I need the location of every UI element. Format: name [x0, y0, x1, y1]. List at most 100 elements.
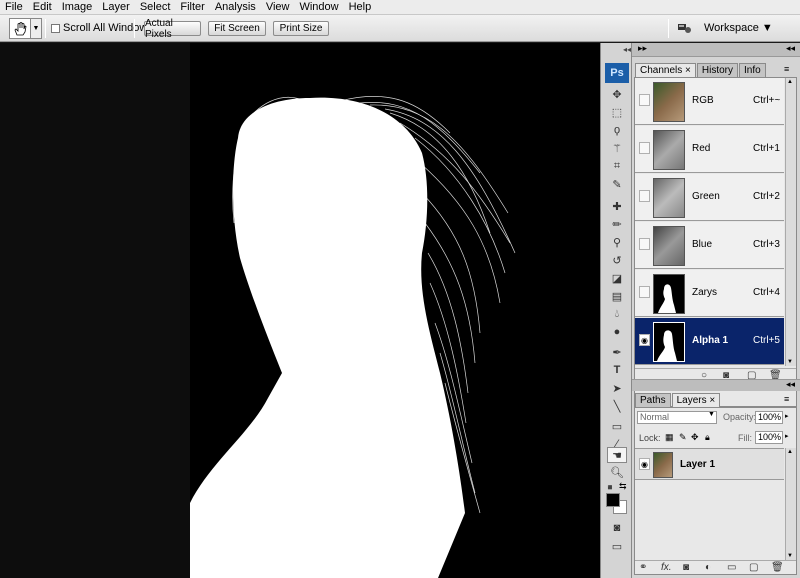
tab-paths[interactable]: Paths: [635, 393, 671, 407]
move-tool-icon[interactable]: ✥: [609, 87, 625, 101]
menu-help[interactable]: Help: [344, 0, 377, 14]
healing-tool-icon[interactable]: ✚: [609, 199, 625, 213]
quick-mask-icon[interactable]: ◙: [609, 521, 625, 535]
canvas-area[interactable]: [0, 43, 600, 578]
layers-scrollbar[interactable]: ▲ ▼: [785, 448, 796, 560]
fill-field[interactable]: 100%: [755, 431, 783, 444]
marquee-tool-icon[interactable]: ⬚: [609, 105, 625, 119]
channel-thumbnail: [653, 82, 685, 122]
layers-menu-icon[interactable]: ≡: [784, 394, 789, 404]
collapse-layers-icon[interactable]: ◂◂: [786, 379, 795, 390]
channels-scrollbar[interactable]: ▲ ▼: [785, 78, 796, 366]
menu-layer[interactable]: Layer: [97, 0, 135, 14]
menu-view[interactable]: View: [261, 0, 295, 14]
pen-tool-icon[interactable]: ✒: [609, 345, 625, 359]
default-colors-icon[interactable]: ◾: [605, 483, 615, 492]
eye-icon[interactable]: ◉: [639, 458, 650, 470]
channel-row-rgb[interactable]: RGB Ctrl+~: [635, 78, 784, 125]
separator: [134, 19, 135, 38]
notes-tool-icon[interactable]: ▭: [609, 419, 625, 433]
lock-transparency-icon[interactable]: ▦: [665, 432, 674, 443]
scroll-down-icon[interactable]: ▼: [787, 359, 793, 365]
chevron-down-icon[interactable]: ▼: [708, 411, 715, 418]
ps-logo[interactable]: Ps: [605, 63, 629, 83]
tool-preset-dropdown[interactable]: ▼: [31, 18, 42, 39]
tab-layers[interactable]: Layers ×: [671, 393, 721, 407]
delete-layer-icon[interactable]: 🗑︎: [771, 562, 784, 573]
menu-window[interactable]: Window: [294, 0, 343, 14]
visibility-toggle[interactable]: [639, 238, 650, 250]
history-brush-tool-icon[interactable]: ↺: [609, 253, 625, 267]
channel-row-zarys[interactable]: Zarys Ctrl+4: [635, 270, 784, 317]
channel-shortcut: Ctrl+3: [753, 239, 780, 250]
swap-colors-icon[interactable]: ⇆: [619, 481, 627, 492]
eye-icon[interactable]: ◉: [639, 334, 650, 346]
fx-icon[interactable]: fx.: [661, 562, 672, 573]
visibility-toggle[interactable]: [639, 142, 650, 154]
workspace-icon[interactable]: [676, 20, 694, 36]
brush-tool-icon[interactable]: ✏: [609, 217, 625, 231]
magic-wand-tool-icon[interactable]: ⚚: [609, 141, 625, 155]
clone-stamp-tool-icon[interactable]: ⚲: [609, 235, 625, 249]
collapse-dock-icon[interactable]: ◂◂: [786, 43, 795, 54]
opacity-slider-icon[interactable]: ▸: [785, 412, 789, 420]
scroll-all-checkbox[interactable]: [51, 24, 60, 33]
menu-select[interactable]: Select: [135, 0, 176, 14]
panel-dock: ▸▸ ◂◂ Channels × History Info ≡ RGB Ctrl…: [632, 43, 800, 578]
blend-mode-select[interactable]: Normal: [637, 411, 717, 424]
link-layers-icon[interactable]: ⚭: [639, 562, 647, 573]
shape-tool-icon[interactable]: ╲: [609, 399, 625, 413]
layer-row[interactable]: ◉ Layer 1: [635, 448, 784, 480]
scroll-up-icon[interactable]: ▲: [787, 449, 793, 455]
print-size-button[interactable]: Print Size: [273, 21, 329, 36]
dodge-tool-icon[interactable]: ●: [609, 325, 625, 339]
eraser-tool-icon[interactable]: ◪: [609, 271, 625, 285]
add-mask-icon[interactable]: ◙: [683, 562, 689, 573]
fill-slider-icon[interactable]: ▸: [785, 432, 789, 440]
visibility-toggle[interactable]: [639, 286, 650, 298]
menu-edit[interactable]: Edit: [28, 0, 57, 14]
visibility-toggle[interactable]: [639, 94, 650, 106]
tab-history[interactable]: History: [696, 63, 738, 77]
path-selection-tool-icon[interactable]: ➤: [609, 381, 625, 395]
opacity-field[interactable]: 100%: [755, 411, 783, 424]
channel-row-green[interactable]: Green Ctrl+2: [635, 174, 784, 221]
type-tool-icon[interactable]: T: [609, 363, 625, 377]
menu-filter[interactable]: Filter: [175, 0, 209, 14]
channel-name: Green: [692, 191, 720, 202]
channel-row-blue[interactable]: Blue Ctrl+3: [635, 222, 784, 269]
lock-image-icon[interactable]: ✎: [679, 432, 687, 443]
collapse-icon[interactable]: ◂◂: [623, 45, 631, 54]
zoom-tool-icon[interactable]: 🔍︎: [609, 465, 625, 479]
menu-image[interactable]: Image: [57, 0, 98, 14]
lock-position-icon[interactable]: ✥: [691, 432, 699, 443]
tab-channels[interactable]: Channels ×: [635, 63, 696, 77]
channel-row-red[interactable]: Red Ctrl+1: [635, 126, 784, 173]
crop-tool-icon[interactable]: ⌗: [609, 159, 625, 173]
foreground-color-swatch[interactable]: [606, 493, 620, 507]
gradient-tool-icon[interactable]: ▤: [609, 289, 625, 303]
tool-preset-picker[interactable]: [9, 18, 31, 39]
new-group-icon[interactable]: ▭: [727, 562, 736, 573]
channel-row-alpha-1[interactable]: ◉ Alpha 1 Ctrl+5: [635, 318, 784, 365]
eyedropper-tool-icon[interactable]: ✎: [609, 177, 625, 191]
actual-pixels-button[interactable]: Actual Pixels: [144, 18, 201, 40]
workspace-menu[interactable]: Workspace ▼: [704, 22, 773, 34]
screen-mode-icon[interactable]: ▭: [609, 539, 625, 553]
fit-screen-button[interactable]: Fit Screen: [208, 21, 266, 36]
adjustment-layer-icon[interactable]: ◐: [705, 562, 711, 573]
lock-all-icon[interactable]: 🔒︎: [705, 432, 710, 443]
hand-tool-icon[interactable]: ☚: [607, 447, 627, 463]
new-layer-icon[interactable]: ▢: [749, 562, 758, 573]
lasso-tool-icon[interactable]: ϙ: [609, 123, 625, 137]
expand-icon[interactable]: ▸▸: [638, 43, 647, 54]
menu-analysis[interactable]: Analysis: [210, 0, 261, 14]
scroll-up-icon[interactable]: ▲: [787, 79, 793, 85]
scroll-down-icon[interactable]: ▼: [787, 553, 793, 559]
visibility-toggle[interactable]: [639, 190, 650, 202]
blur-tool-icon[interactable]: 💧︎: [609, 307, 625, 321]
tab-info[interactable]: Info: [739, 63, 766, 77]
menu-file[interactable]: File: [0, 0, 28, 14]
panel-menu-icon[interactable]: ≡: [784, 64, 789, 74]
document-canvas[interactable]: [190, 43, 600, 578]
